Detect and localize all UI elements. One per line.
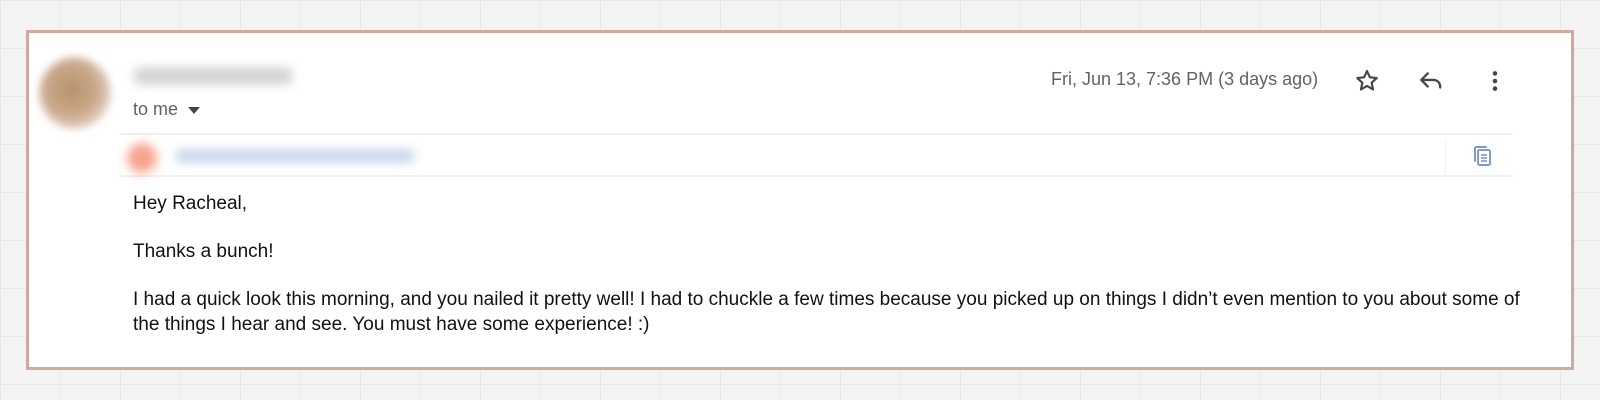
sender-name-redacted [133, 67, 293, 85]
email-date: Fri, Jun 13, 7:36 PM (3 days ago) [1051, 69, 1319, 89]
reply-icon [1420, 72, 1442, 89]
more-options-button[interactable] [1477, 63, 1513, 99]
reply-button[interactable] [1413, 63, 1449, 99]
star-outline-icon [1356, 69, 1378, 91]
sender-info-bar [119, 133, 1513, 177]
info-bar-divider [1445, 139, 1446, 173]
email-paragraph: I had a quick look this morning, and you… [133, 289, 1520, 335]
copy-button[interactable] [1467, 141, 1497, 171]
email-greeting: Hey Racheal, [133, 193, 248, 214]
recipient-details-toggle[interactable]: to me [133, 99, 201, 120]
info-avatar-redacted [127, 143, 157, 173]
caret-down-icon[interactable] [188, 107, 201, 114]
more-vertical-icon [1492, 71, 1498, 91]
email-message-card: to me Fri, Jun 13, 7:36 PM (3 days ago) [26, 30, 1574, 370]
star-button[interactable] [1349, 63, 1385, 99]
email-body: Hey Racheal, Thanks a bunch! I had a qui… [133, 191, 1533, 360]
sender-avatar[interactable] [39, 57, 111, 129]
copy-icon [1474, 146, 1491, 166]
recipient-label: to me [133, 99, 179, 119]
email-thanks-line: Thanks a bunch! [133, 241, 274, 262]
sender-email-redacted [175, 149, 415, 163]
